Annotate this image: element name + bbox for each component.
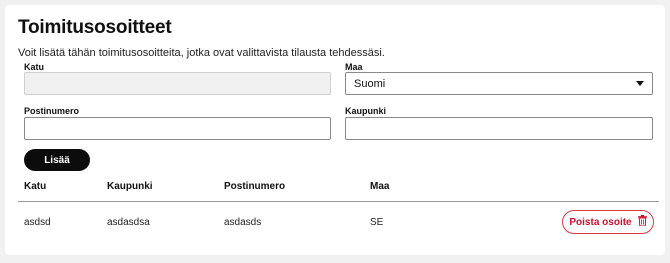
postal-code-input[interactable] [24,117,331,140]
cell-city: asdasdsa [107,217,150,228]
country-select-value: Suomi [354,77,386,90]
column-header-country: Maa [370,181,390,192]
column-header-postal-code: Postinumero [224,181,286,192]
column-header-city: Kaupunki [107,181,153,192]
cell-street: asdsd [24,217,51,228]
cell-country: SE [370,217,384,228]
country-label: Maa [345,62,363,72]
city-input[interactable] [345,117,653,140]
delete-address-label: Poista osoite [569,216,632,228]
column-header-street: Katu [24,181,47,192]
table-header-divider [18,201,659,202]
delete-address-button[interactable]: Poista osoite [562,210,654,234]
trash-icon [637,215,647,229]
page-title: Toimitusosoitteet [18,17,172,38]
add-address-button[interactable]: Lisää [24,149,90,171]
street-label: Katu [24,62,44,72]
city-label: Kaupunki [345,106,387,116]
page-description: Voit lisätä tähän toimitusosoitteita, jo… [18,47,385,59]
delivery-addresses-card: Toimitusosoitteet Voit lisätä tähän toim… [5,5,665,255]
cell-postal-code: asdasds [224,217,262,228]
country-select[interactable]: Suomi [345,72,653,95]
postal-code-label: Postinumero [24,106,80,116]
street-input[interactable] [24,72,331,95]
chevron-down-icon [636,81,644,86]
